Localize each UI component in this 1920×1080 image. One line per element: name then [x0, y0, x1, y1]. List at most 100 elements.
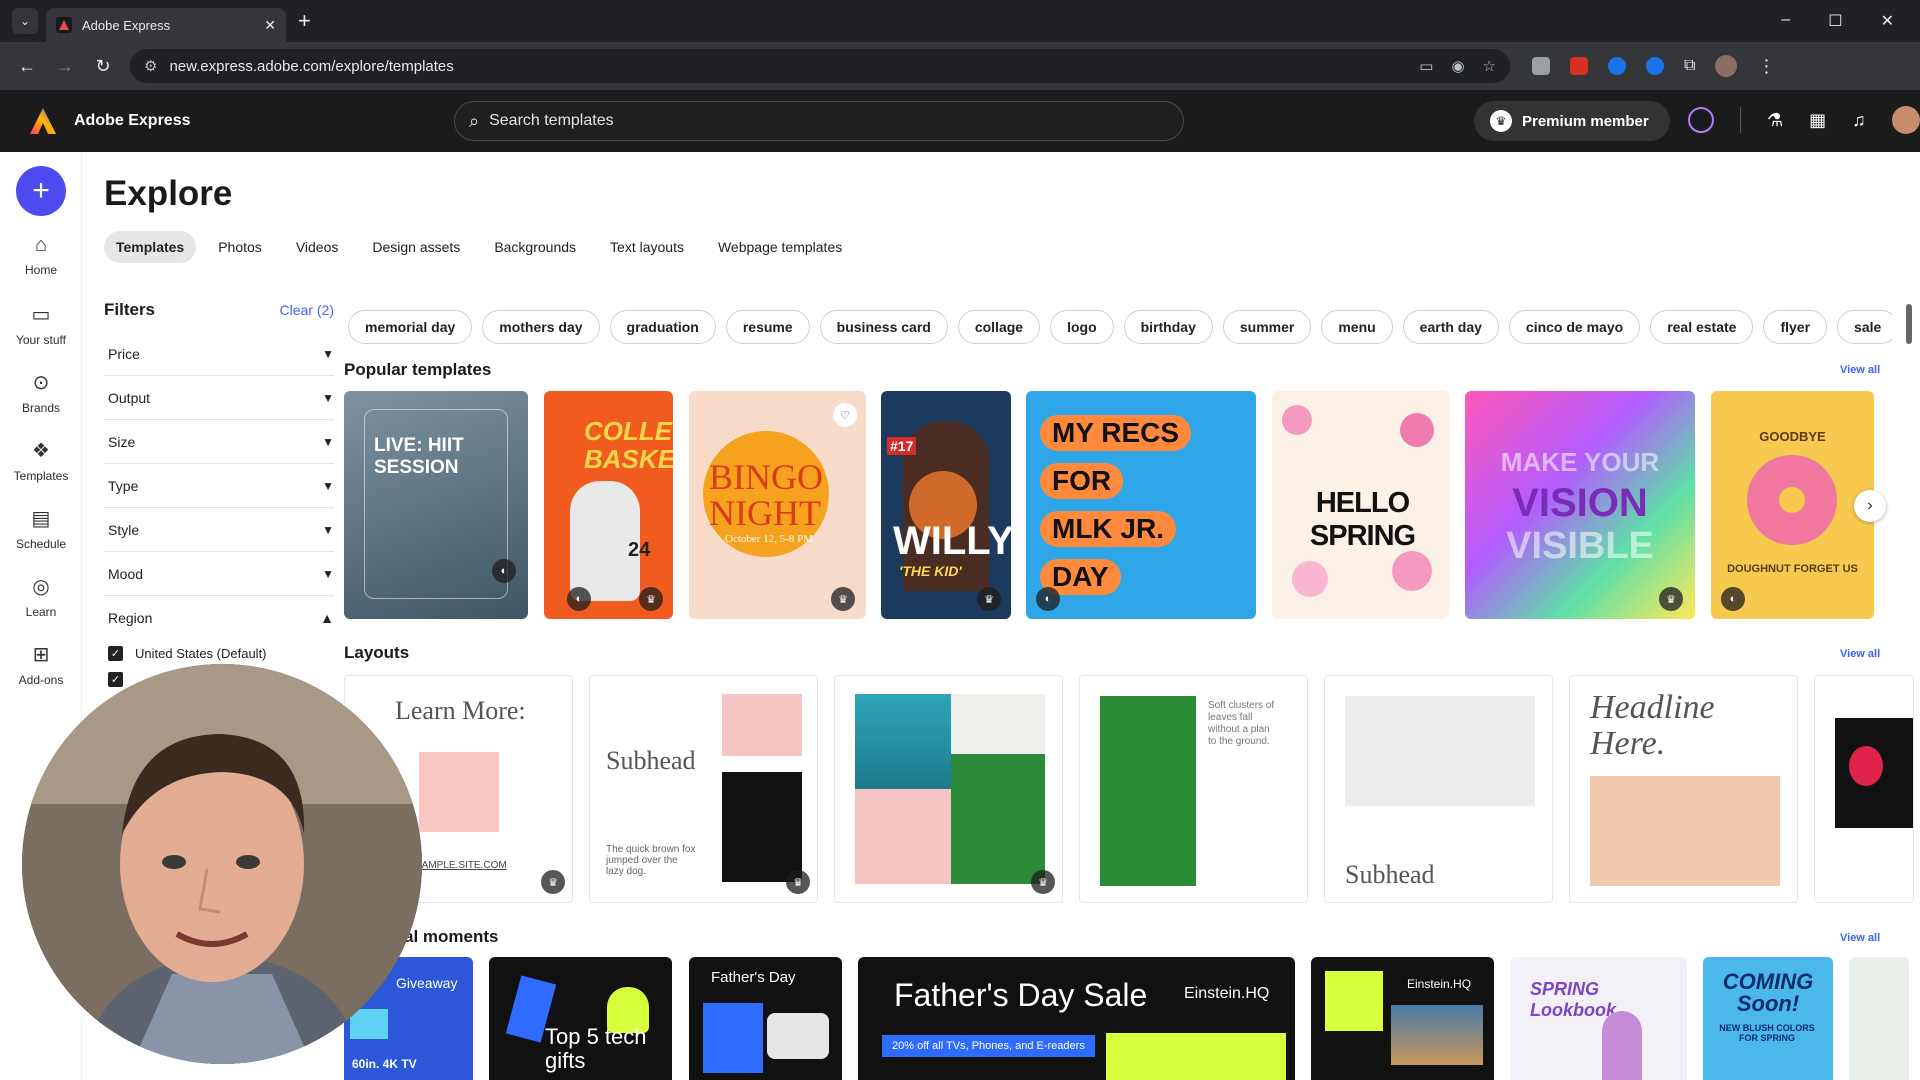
- view-all-layouts-link[interactable]: View all: [1840, 648, 1880, 660]
- template-card[interactable]: BINGO NIGHT October 12, 5-8 PM ♡ ♛: [689, 391, 866, 619]
- filter-type[interactable]: Type ▼: [104, 464, 334, 508]
- chip[interactable]: menu: [1321, 310, 1393, 344]
- chip[interactable]: graduation: [609, 310, 716, 344]
- adobe-express-logo-icon[interactable]: [28, 106, 58, 136]
- favorite-heart-icon[interactable]: ♡: [833, 403, 857, 427]
- rail-item-templates[interactable]: ❖ Templates: [0, 438, 82, 483]
- filter-region[interactable]: Region ▲: [104, 596, 334, 640]
- filter-price[interactable]: Price ▼: [104, 332, 334, 376]
- layout-card[interactable]: ♛: [834, 675, 1063, 903]
- filter-mood[interactable]: Mood ▼: [104, 552, 334, 596]
- chip[interactable]: cinco de mayo: [1508, 310, 1641, 344]
- moment-card[interactable]: Top 5 tech gifts: [489, 957, 672, 1080]
- chip[interactable]: mothers day: [482, 310, 600, 344]
- browser-tab[interactable]: Adobe Express ✕: [46, 8, 286, 42]
- bookmark-star-icon[interactable]: ☆: [1483, 57, 1496, 75]
- moment-card[interactable]: [1849, 957, 1909, 1080]
- carousel-next-button[interactable]: ›: [1854, 490, 1886, 522]
- rail-item-learn[interactable]: ◎ Learn: [0, 574, 82, 619]
- filter-style[interactable]: Style ▼: [104, 508, 334, 552]
- layout-card[interactable]: Subhead: [1324, 675, 1553, 903]
- create-new-button[interactable]: +: [16, 166, 66, 216]
- menu-kebab-icon[interactable]: ⋮: [1757, 56, 1775, 77]
- tab-design-assets[interactable]: Design assets: [360, 231, 472, 263]
- address-bar[interactable]: ⚙ new.express.adobe.com/explore/template…: [130, 49, 1510, 83]
- reload-icon[interactable]: ↻: [84, 56, 122, 77]
- chip[interactable]: real estate: [1650, 310, 1754, 344]
- chevron-down-icon: ▼: [322, 434, 334, 449]
- moment-card[interactable]: Father's Day: [689, 957, 842, 1080]
- tab-templates[interactable]: Templates: [104, 231, 197, 263]
- moment-card[interactable]: Father's Day Sale Einstein.HQ 20% off al…: [858, 957, 1295, 1080]
- template-card[interactable]: HELLO SPRING: [1272, 391, 1449, 619]
- notifications-bell-icon[interactable]: ♫: [1852, 110, 1866, 131]
- scrollbar[interactable]: [1906, 304, 1912, 344]
- chip[interactable]: resume: [725, 310, 810, 344]
- profile-avatar[interactable]: [1715, 55, 1738, 77]
- checkbox-checked-icon[interactable]: ✓: [108, 671, 123, 687]
- template-card[interactable]: COLLEGE BASKETBALL 24 ◐ ♛: [544, 391, 673, 619]
- puzzle-icon[interactable]: ⧉: [1684, 57, 1695, 75]
- moment-card[interactable]: COMING Soon! NEW BLUSH COLORS FOR SPRING: [1703, 957, 1833, 1080]
- moment-card[interactable]: SPRING Lookbook: [1510, 957, 1687, 1080]
- tab-backgrounds[interactable]: Backgrounds: [482, 231, 588, 263]
- rail-item-home[interactable]: ⌂ Home: [0, 234, 82, 277]
- tab-videos[interactable]: Videos: [284, 231, 351, 263]
- template-card[interactable]: MAKE YOUR VISION VISIBLE ♛: [1465, 391, 1695, 619]
- template-card[interactable]: LIVE: HIIT SESSION ◐: [344, 391, 528, 619]
- back-icon[interactable]: ←: [8, 56, 46, 77]
- template-card[interactable]: MY RECS FOR MLK JR. DAY ◐: [1026, 391, 1256, 619]
- chip[interactable]: business card: [819, 310, 948, 344]
- layout-card[interactable]: Headline Here.: [1569, 675, 1798, 903]
- template-card[interactable]: GOODBYE DOUGHNUT FORGET US ◐: [1711, 391, 1874, 619]
- extension-icon[interactable]: [1608, 57, 1626, 75]
- labs-flask-icon[interactable]: ⚗: [1767, 110, 1783, 131]
- checkbox-checked-icon[interactable]: ✓: [108, 645, 123, 661]
- user-avatar[interactable]: [1891, 106, 1920, 134]
- premium-member-button[interactable]: ♛ Premium member: [1474, 101, 1670, 141]
- chip[interactable]: collage: [957, 310, 1041, 344]
- chip[interactable]: earth day: [1402, 310, 1499, 344]
- new-tab-icon[interactable]: +: [298, 8, 311, 34]
- apps-grid-icon[interactable]: ▦: [1809, 110, 1826, 131]
- moment-card[interactable]: Einstein.HQ: [1311, 957, 1494, 1080]
- rail-item-your-stuff[interactable]: ▭ Your stuff: [0, 302, 82, 347]
- forward-icon[interactable]: →: [46, 56, 84, 77]
- region-checkbox-us[interactable]: ✓ United States (Default): [104, 640, 334, 666]
- tracking-eye-icon[interactable]: ◉: [1451, 57, 1464, 75]
- rail-item-add-ons[interactable]: ⊞ Add-ons: [0, 642, 82, 687]
- chip[interactable]: logo: [1050, 310, 1114, 344]
- template-card[interactable]: #17 WILLY 'THE KID' ♛: [881, 391, 1011, 619]
- extension-icon[interactable]: [1646, 57, 1664, 75]
- close-window-icon[interactable]: ✕: [1881, 11, 1894, 31]
- extension-icon[interactable]: [1532, 57, 1550, 75]
- view-all-moments-link[interactable]: View all: [1840, 932, 1880, 944]
- extension-icon[interactable]: [1570, 57, 1588, 75]
- install-app-icon[interactable]: ▭: [1419, 57, 1433, 75]
- chip[interactable]: sale: [1837, 310, 1892, 344]
- tab-text-layouts[interactable]: Text layouts: [598, 231, 696, 263]
- layout-card[interactable]: Subhead The quick brown fox jumped over …: [589, 675, 818, 903]
- tab-webpage-templates[interactable]: Webpage templates: [706, 231, 854, 263]
- layout-card[interactable]: Soft clusters of leaves fall without a p…: [1079, 675, 1308, 903]
- brand-name[interactable]: Adobe Express: [74, 112, 190, 130]
- rail-item-schedule[interactable]: ▤ Schedule: [0, 506, 82, 551]
- collaborate-icon[interactable]: [1688, 107, 1714, 133]
- filter-size[interactable]: Size ▼: [104, 420, 334, 464]
- search-input[interactable]: ⌕ Search templates: [454, 101, 1184, 141]
- minimize-icon[interactable]: –: [1781, 11, 1790, 31]
- chip[interactable]: flyer: [1763, 310, 1828, 344]
- clear-filters-link[interactable]: Clear (2): [280, 302, 334, 318]
- close-tab-icon[interactable]: ✕: [264, 17, 276, 34]
- rail-item-brands[interactable]: ⊙ Brands: [0, 370, 82, 415]
- chip[interactable]: memorial day: [348, 310, 473, 344]
- view-all-popular-link[interactable]: View all: [1840, 364, 1880, 376]
- site-info-icon[interactable]: ⚙: [144, 57, 157, 75]
- tab-photos[interactable]: Photos: [206, 231, 274, 263]
- tab-search-icon[interactable]: ⌄: [12, 8, 38, 34]
- maximize-icon[interactable]: ☐: [1828, 11, 1842, 31]
- chip[interactable]: summer: [1222, 310, 1312, 344]
- layout-card[interactable]: [1814, 675, 1914, 903]
- filter-output[interactable]: Output ▼: [104, 376, 334, 420]
- chip[interactable]: birthday: [1123, 310, 1213, 344]
